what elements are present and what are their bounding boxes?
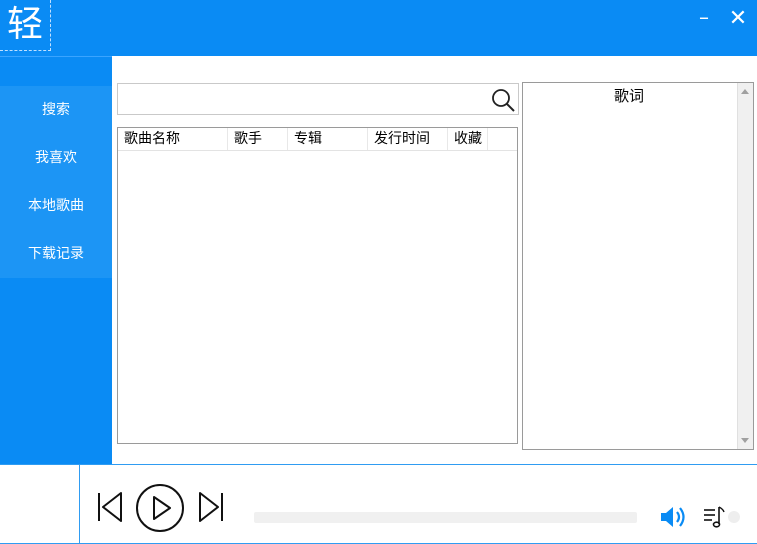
- search-box: [117, 83, 519, 115]
- column-header-album[interactable]: 专辑: [288, 128, 368, 150]
- table-header: 歌曲名称 歌手 专辑 发行时间 收藏: [118, 128, 517, 151]
- column-header-favorite[interactable]: 收藏: [448, 128, 488, 150]
- song-table[interactable]: 歌曲名称 歌手 专辑 发行时间 收藏: [117, 127, 518, 444]
- next-icon[interactable]: [197, 490, 225, 528]
- player-bar: [0, 464, 757, 544]
- lyrics-scrollbar[interactable]: [737, 83, 753, 449]
- progress-bar[interactable]: [254, 512, 637, 523]
- sidebar: 搜索 我喜欢 本地歌曲 下载记录: [0, 56, 112, 464]
- sidebar-item-downloads[interactable]: 下载记录: [0, 230, 112, 278]
- sidebar-header: [0, 56, 112, 86]
- column-header-song-name[interactable]: 歌曲名称: [118, 128, 228, 150]
- search-icon[interactable]: [490, 87, 516, 113]
- scroll-down-icon[interactable]: [741, 438, 749, 443]
- app-logo: 轻: [0, 0, 51, 51]
- sidebar-nav: 搜索 我喜欢 本地歌曲 下载记录: [0, 86, 112, 278]
- search-input[interactable]: [122, 87, 486, 113]
- column-header-artist[interactable]: 歌手: [228, 128, 288, 150]
- lyrics-title: 歌词: [613, 87, 644, 105]
- play-icon[interactable]: [135, 483, 185, 537]
- sidebar-item-local-songs[interactable]: 本地歌曲: [0, 182, 112, 230]
- column-header-release-date[interactable]: 发行时间: [368, 128, 448, 150]
- playlist-icon[interactable]: [702, 505, 726, 533]
- minimize-button[interactable]: –: [692, 6, 716, 32]
- sidebar-item-search[interactable]: 搜索: [0, 86, 112, 134]
- volume-icon[interactable]: [659, 504, 689, 534]
- close-button[interactable]: ✕: [726, 6, 750, 32]
- album-art: [0, 465, 80, 543]
- scroll-up-icon[interactable]: [741, 89, 749, 94]
- title-bar: 轻 – ✕: [0, 0, 757, 56]
- volume-slider-handle[interactable]: [728, 511, 740, 523]
- previous-icon[interactable]: [96, 490, 124, 528]
- sidebar-item-favorites[interactable]: 我喜欢: [0, 134, 112, 182]
- lyrics-panel: 歌词: [522, 82, 754, 450]
